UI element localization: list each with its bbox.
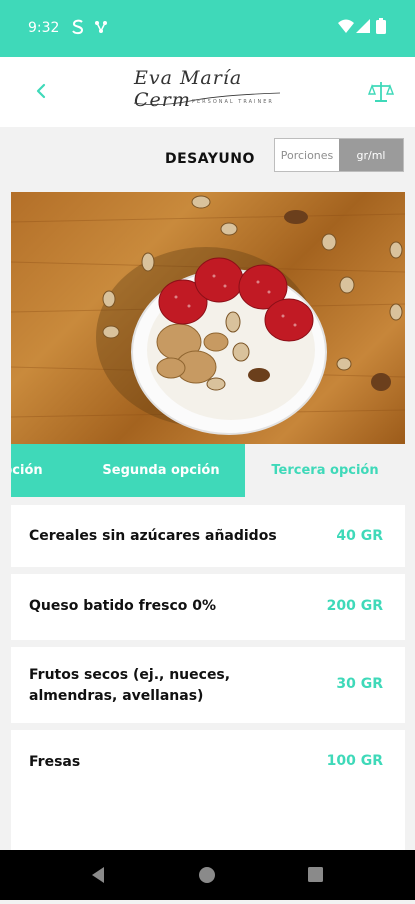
logo-subtitle: PERSONAL TRAINER <box>192 99 274 105</box>
ingredient-amount: 30 GR <box>336 676 383 692</box>
tab-primera-opcion[interactable]: pción <box>11 444 77 497</box>
scale-button[interactable] <box>367 79 395 105</box>
toggle-gr-ml[interactable]: gr/ml <box>339 139 403 171</box>
status-time: 9:32 <box>28 20 60 36</box>
ingredient-amount: 40 GR <box>336 528 383 544</box>
status-bar: 9:32 <box>0 0 415 57</box>
tab-label: Segunda opción <box>102 463 220 478</box>
ingredient-amount: 100 GR <box>326 753 383 769</box>
ingredient-name: Fresas <box>29 754 81 770</box>
meal-photo <box>11 192 405 444</box>
meal-title: DESAYUNO <box>165 151 255 167</box>
ingredient-row: Fresas 100 GR <box>11 730 405 850</box>
back-nav-icon[interactable] <box>92 867 104 883</box>
chevron-left-icon <box>36 83 46 99</box>
wifi-icon <box>338 18 354 39</box>
toggle-porciones[interactable]: Porciones <box>275 139 339 171</box>
recents-nav-icon[interactable] <box>308 867 323 882</box>
tab-label: Tercera opción <box>271 463 379 478</box>
battery-icon <box>376 18 386 39</box>
ingredient-row: Queso batido fresco 0% 200 GR <box>11 574 405 640</box>
unit-toggle[interactable]: Porciones gr/ml <box>274 138 404 172</box>
ingredient-name: Queso batido fresco 0% <box>29 598 217 614</box>
s-icon <box>70 18 86 41</box>
nfc-icon <box>93 18 109 41</box>
home-nav-icon[interactable] <box>199 867 215 883</box>
tab-segunda-opcion[interactable]: Segunda opción <box>77 444 245 497</box>
ingredient-name: Frutos secos (ej., nueces, almendras, av… <box>29 667 231 704</box>
brand-logo: Eva María Cerm PERSONAL TRAINER <box>130 63 290 119</box>
signal-icon <box>356 18 370 39</box>
ingredient-row: Cereales sin azúcares añadidos 40 GR <box>11 505 405 567</box>
tab-tercera-opcion[interactable]: Tercera opción <box>245 444 405 497</box>
meal-titlebar: DESAYUNO Porciones gr/ml <box>0 127 415 192</box>
option-tabs: pción Segunda opción Tercera opción <box>11 444 405 497</box>
back-button[interactable] <box>30 79 54 103</box>
scale-icon <box>367 82 395 102</box>
ingredient-amount: 200 GR <box>326 598 383 614</box>
app-header: Eva María Cerm PERSONAL TRAINER <box>0 57 415 127</box>
system-nav-bar <box>0 850 415 900</box>
tab-label: pción <box>11 463 43 478</box>
ingredient-row: Frutos secos (ej., nueces, almendras, av… <box>11 647 405 723</box>
ingredient-name: Cereales sin azúcares añadidos <box>29 528 277 544</box>
